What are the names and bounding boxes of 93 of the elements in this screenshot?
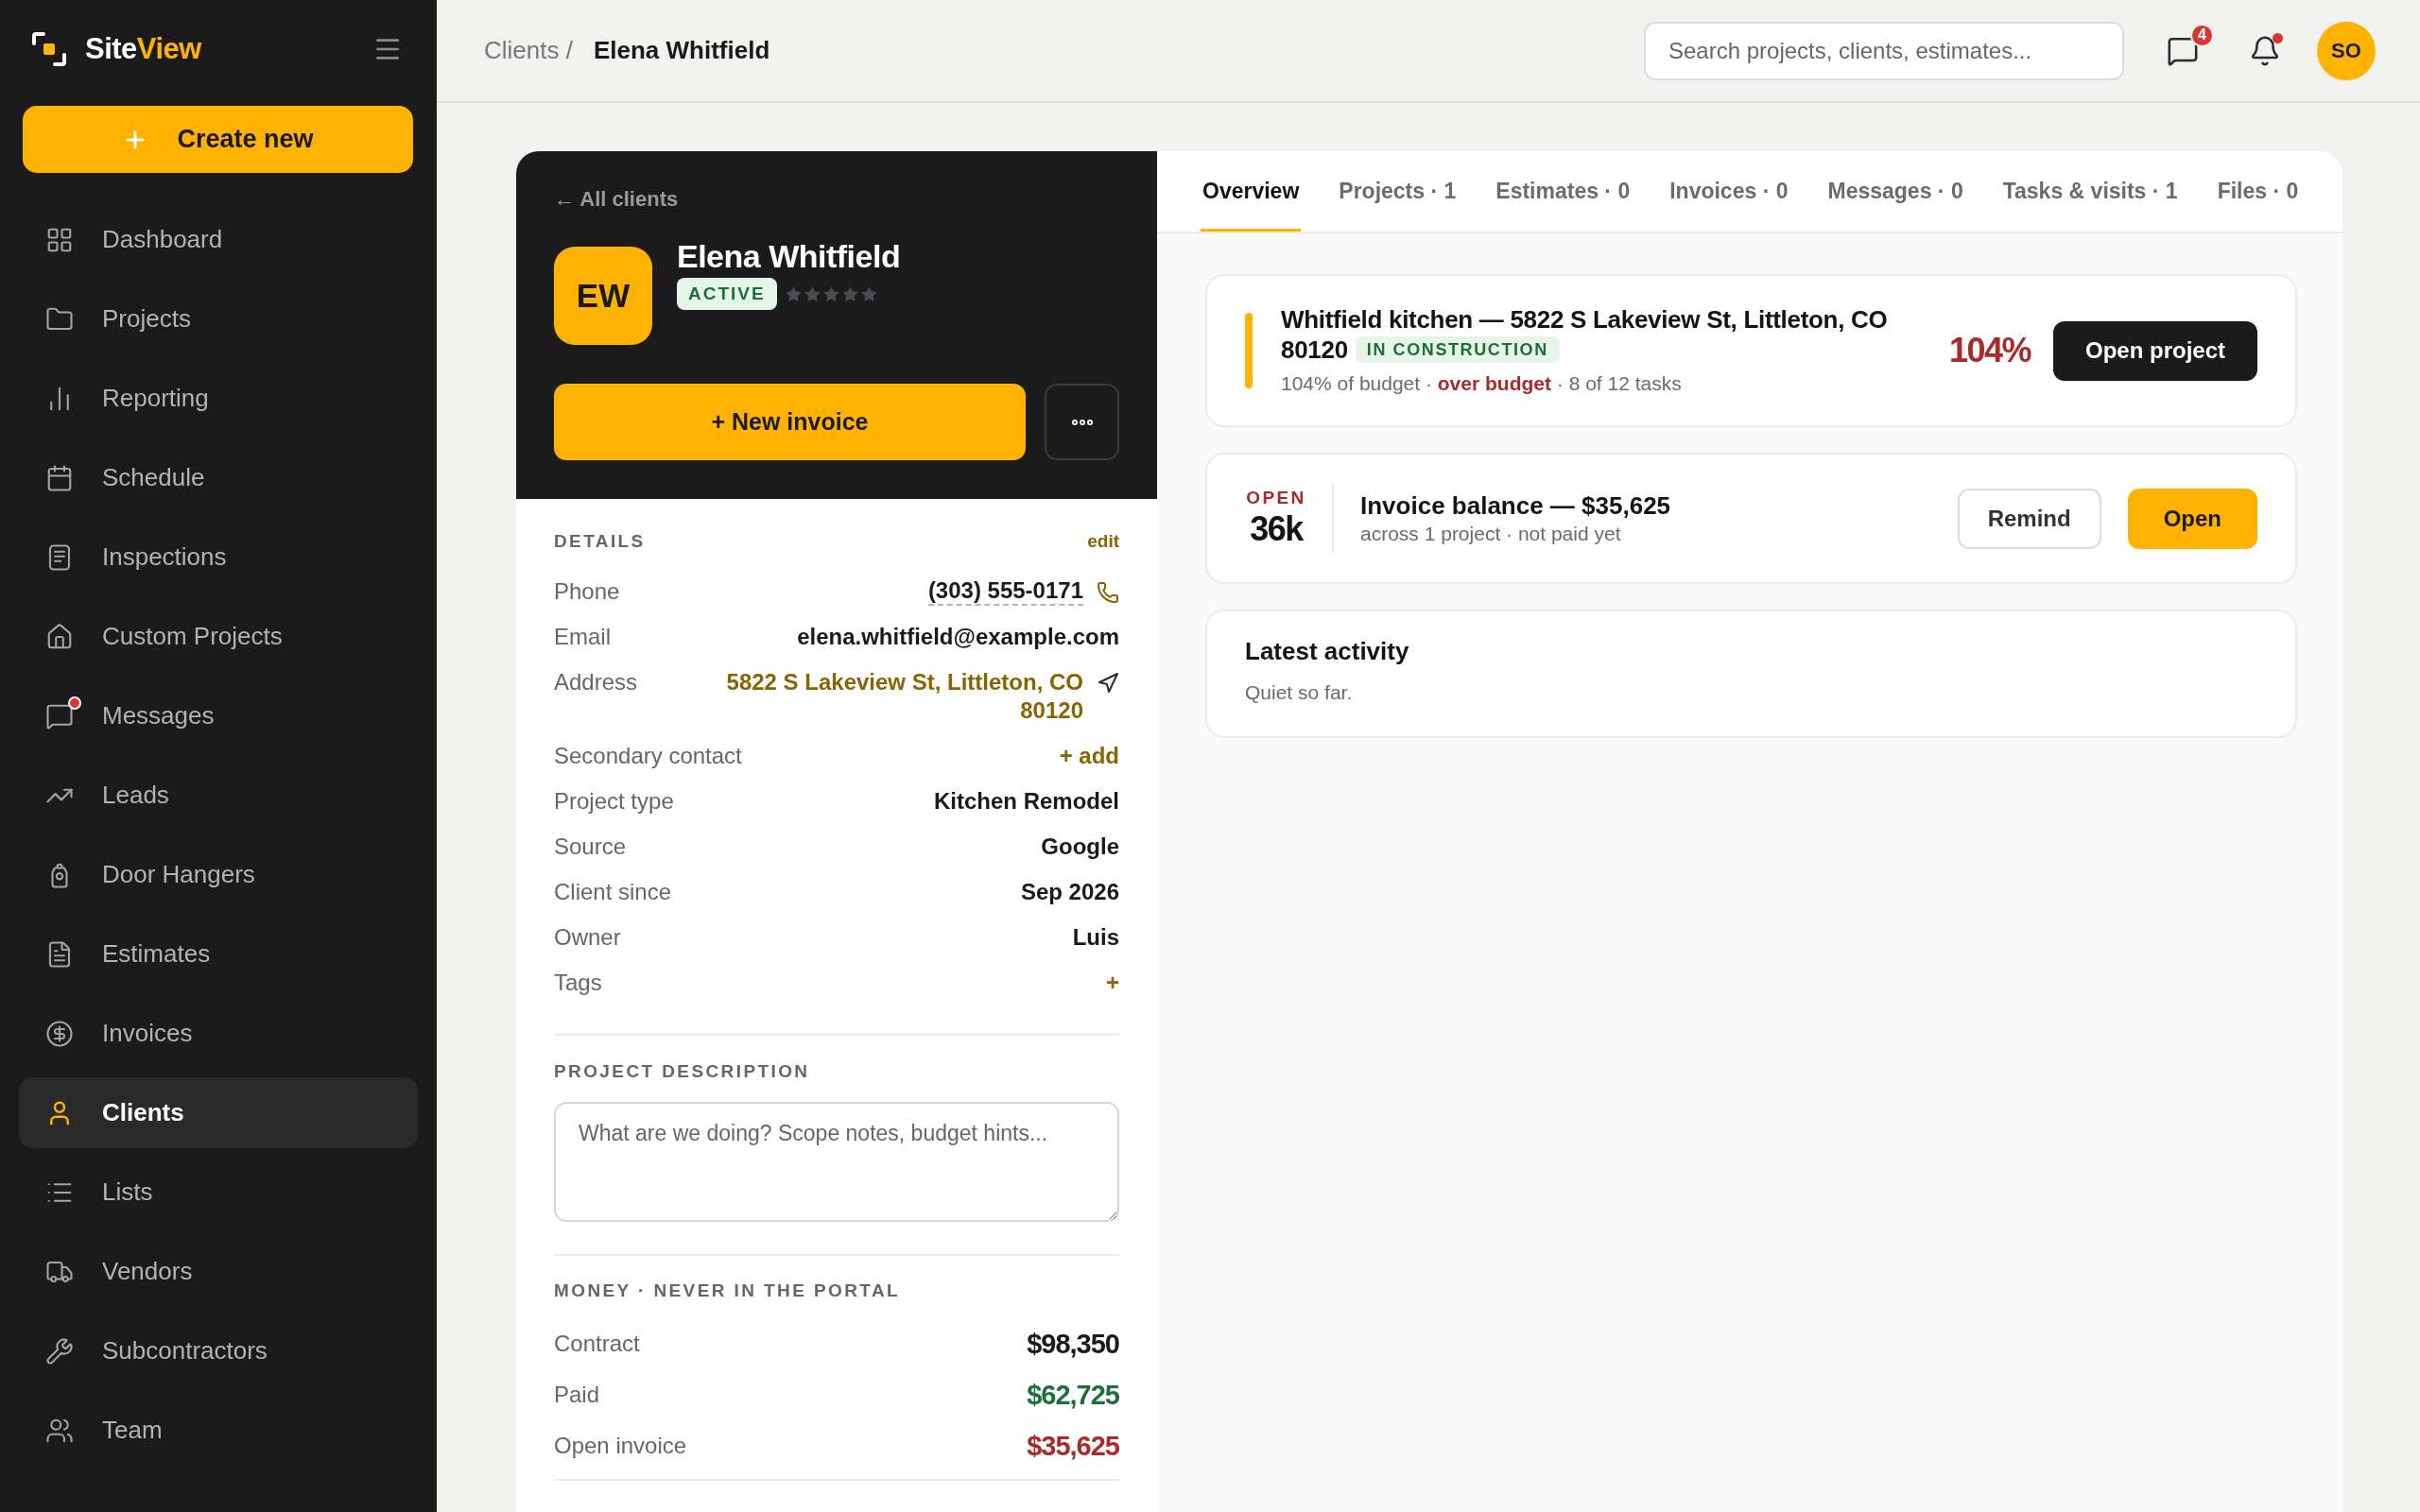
tab[interactable]: Projects · 1 (1337, 151, 1459, 232)
field-label: Client since (554, 878, 672, 906)
count-badge: 4 (2190, 23, 2214, 47)
status-badge: IN CONSTRUCTION (1355, 336, 1560, 363)
breadcrumb-link[interactable]: Clients / (484, 36, 573, 65)
tab[interactable]: Overview (1201, 151, 1302, 232)
field-label: Tags (554, 969, 602, 997)
description-field[interactable]: What are we doing? Scope notes, budget hints... (554, 1102, 1119, 1222)
field-label: Secondary contact (554, 742, 742, 770)
search-field[interactable]: Search projects, clients, estimates... (1644, 21, 2124, 80)
sidebar-item[interactable]: Door Hangers (19, 839, 418, 910)
star-icon[interactable] (784, 284, 803, 303)
sidebar-item[interactable]: Lists (19, 1157, 418, 1228)
brand-name: SiteView (85, 32, 201, 66)
sidebar-item[interactable]: Inspections (19, 522, 418, 593)
sidebar-item[interactable]: Schedule (19, 442, 418, 513)
tab[interactable]: Estimates · 0 (1494, 151, 1633, 232)
create-new-button[interactable]: Create new (23, 106, 413, 173)
field-value: Sep 2026 (1020, 878, 1119, 906)
sidebar-item[interactable]: Team (19, 1395, 418, 1466)
sidebar-item[interactable]: Invoices (19, 998, 418, 1069)
field-label: Project type (554, 787, 674, 816)
client-name: Elena Whitfield (677, 237, 901, 275)
wrench-icon (45, 1336, 74, 1366)
logo-icon (32, 32, 66, 66)
breadcrumb-current: Elena Whitfield (593, 36, 770, 65)
invoice-title: Invoice balance — $35,625 (1360, 490, 1671, 521)
calendar-icon (45, 463, 74, 492)
open-project-button[interactable]: Open project (2053, 320, 2257, 381)
client-avatar: EW (554, 247, 652, 345)
money-label: Open invoice (554, 1432, 687, 1460)
activity-title: Latest activity (1245, 636, 1409, 666)
money-value: $98,350 (1027, 1330, 1119, 1358)
phone-link[interactable]: (303) 555-0171 (927, 577, 1083, 606)
back-link[interactable]: ← All clients (554, 186, 679, 213)
sidebar-item[interactable]: Dashboard (19, 204, 418, 275)
ellipsis-icon (1071, 419, 1093, 425)
section-title: PROJECT DESCRIPTION (554, 1061, 810, 1082)
house-icon (45, 622, 74, 651)
field-value: Kitchen Remodel (933, 787, 1119, 816)
dollar-icon (45, 1019, 74, 1048)
field-value: elena.whitfield@example.com (797, 623, 1119, 651)
open-amount: 36k (1250, 507, 1303, 550)
field-value: Luis (1072, 923, 1119, 952)
remind-button[interactable]: Remind (1957, 488, 2101, 549)
sidebar-item[interactable]: Messages (19, 680, 418, 751)
sidebar-item[interactable]: Custom Projects (19, 601, 418, 672)
field-label: Phone (554, 577, 620, 606)
project-title: 80120 (1281, 335, 1348, 365)
sidebar-item[interactable]: Projects (19, 284, 418, 354)
sidebar-item[interactable]: Vendors (19, 1236, 418, 1307)
sidebar-item[interactable]: Reporting (19, 363, 418, 434)
status-badge: ACTIVE (677, 278, 777, 310)
new-invoice-button[interactable]: + New invoice (554, 384, 1026, 460)
bell-icon[interactable] (2249, 34, 2281, 67)
star-icon[interactable] (840, 284, 859, 303)
section-title: MONEY · NEVER IN THE PORTAL (554, 1280, 900, 1301)
location-arrow-icon[interactable] (1097, 672, 1119, 695)
field-label: Source (554, 833, 627, 861)
sidebar-item[interactable]: Subcontractors (19, 1315, 418, 1386)
project-title: Whitfield kitchen — 5822 S Lakeview St, Littleton, CO (1281, 304, 1888, 335)
add-link[interactable]: + add (1059, 742, 1119, 770)
money-value: $35,625 (1027, 1432, 1119, 1460)
edit-link[interactable]: edit (1087, 531, 1119, 552)
budget-percent: 104% (1948, 331, 2031, 370)
open-button[interactable]: Open (2127, 488, 2257, 549)
invoice-subtitle: across 1 project · not paid yet (1360, 521, 1621, 546)
section-title: DETAILS (554, 531, 646, 552)
tab[interactable]: Tasks & visits · 1 (2000, 151, 2180, 232)
phone-icon[interactable] (1097, 581, 1119, 604)
field-label: Address (554, 668, 638, 696)
tab[interactable]: Invoices · 0 (1668, 151, 1790, 232)
money-label: Contract (554, 1330, 640, 1358)
sidebar-item[interactable]: Estimates (19, 919, 418, 989)
star-icon[interactable] (803, 284, 821, 303)
sidebar-item[interactable]: Clients (19, 1077, 418, 1148)
field-label: Email (554, 623, 611, 651)
star-icon[interactable] (859, 284, 878, 303)
money-label: Paid (554, 1381, 600, 1409)
open-label: OPEN (1246, 487, 1306, 508)
more-button[interactable] (1045, 384, 1119, 460)
activity-empty-text: Quiet so far. (1245, 680, 1353, 705)
user-avatar[interactable]: SO (2317, 21, 2376, 80)
tab[interactable]: Messages · 0 (1825, 151, 1965, 232)
money-value: $62,725 (1027, 1381, 1119, 1409)
field-value: Google (1041, 833, 1119, 861)
sidebar-item[interactable]: Leads (19, 760, 418, 831)
project-summary: 104% of budget · over budget · 8 of 12 tasks (1281, 371, 1682, 396)
star-icon[interactable] (821, 284, 840, 303)
field-label: Owner (554, 923, 621, 952)
address-link[interactable]: 5822 S Lakeview St, Littleton, CO 80120 (696, 668, 1083, 725)
add-link[interactable]: + (1106, 969, 1119, 997)
tab[interactable]: Files · 0 (2215, 151, 2301, 232)
